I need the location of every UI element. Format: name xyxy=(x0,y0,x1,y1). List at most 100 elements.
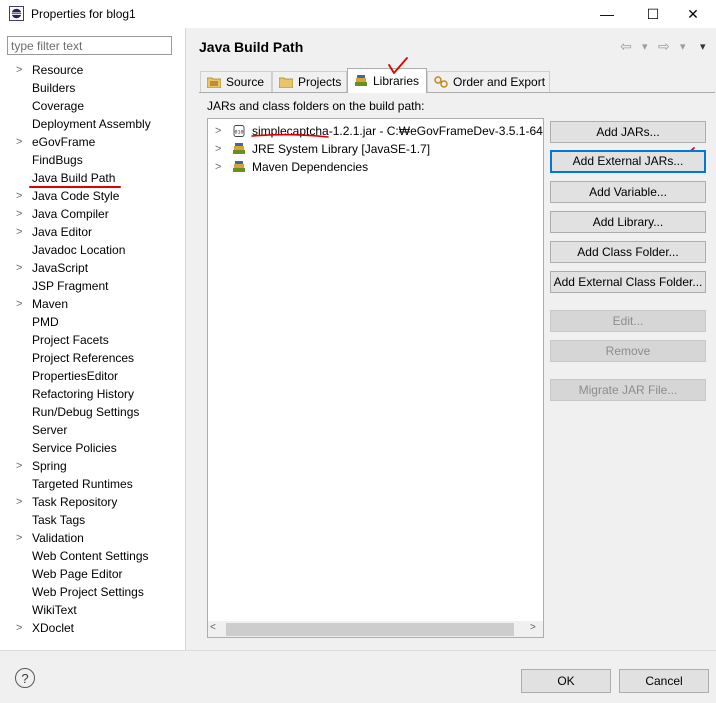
expand-chevron-icon[interactable]: > xyxy=(16,493,26,511)
minimize-button[interactable]: — xyxy=(584,0,630,28)
page-title: Java Build Path xyxy=(199,39,304,55)
tree-item[interactable]: Web Project Settings xyxy=(0,583,184,601)
scrollbar-thumb[interactable] xyxy=(226,623,514,636)
tree-item-label: Validation xyxy=(32,531,84,545)
jar-suffix: -1.2.1.jar - xyxy=(328,124,387,138)
tree-item[interactable]: > Java Editor xyxy=(0,223,184,241)
order-export-icon xyxy=(434,76,448,88)
jar-path-drive: C: xyxy=(386,124,399,138)
back-menu-chevron-icon[interactable]: ▾ xyxy=(642,40,648,53)
filter-input[interactable] xyxy=(7,36,172,55)
tree-item[interactable]: Run/Debug Settings xyxy=(0,403,184,421)
tree-item[interactable]: Builders xyxy=(0,79,184,97)
tree-item[interactable]: Web Page Editor xyxy=(0,565,184,583)
tree-item-label: Task Tags xyxy=(32,513,86,527)
tree-item-label: Web Page Editor xyxy=(32,567,123,581)
tree-item[interactable]: > Resource xyxy=(0,61,184,79)
tree-item-label: Web Content Settings xyxy=(32,549,149,563)
expand-chevron-icon[interactable]: > xyxy=(16,223,26,241)
tab-source[interactable]: Source xyxy=(200,71,272,92)
help-icon[interactable]: ? xyxy=(15,668,35,688)
tree-item[interactable]: Project References xyxy=(0,349,184,367)
expand-chevron-icon[interactable]: > xyxy=(16,61,26,79)
expand-chevron-icon[interactable]: > xyxy=(215,158,221,176)
library-list[interactable]: > 010 simplecaptcha-1.2.1.jar - C:₩eGovF… xyxy=(207,118,544,638)
add-jars-button[interactable]: Add JARs... xyxy=(550,121,706,143)
forward-arrow-icon[interactable]: ⇨ xyxy=(658,38,670,55)
tree-item[interactable]: > XDoclet xyxy=(0,619,184,637)
ok-button[interactable]: OK xyxy=(521,669,611,693)
tree-item[interactable]: Javadoc Location xyxy=(0,241,184,259)
expand-chevron-icon[interactable]: > xyxy=(16,295,26,313)
migrate-jar-file-button[interactable]: Migrate JAR File... xyxy=(550,379,706,401)
forward-menu-chevron-icon[interactable]: ▾ xyxy=(680,40,686,53)
tree-item[interactable]: Java Build Path xyxy=(0,169,184,187)
tree-item[interactable]: PropertiesEditor xyxy=(0,367,184,385)
tab-order-export-label: Order and Export xyxy=(453,75,546,89)
expand-chevron-icon[interactable]: > xyxy=(16,205,26,223)
libraries-icon xyxy=(355,75,367,86)
tree-item-label: WikiText xyxy=(32,603,77,617)
tree-item[interactable]: > Validation xyxy=(0,529,184,547)
tree-item-label: Project Facets xyxy=(32,333,109,347)
tree-item[interactable]: WikiText xyxy=(0,601,184,619)
tree-item[interactable]: PMD xyxy=(0,313,184,331)
remove-button[interactable]: Remove xyxy=(550,340,706,362)
expand-chevron-icon[interactable]: > xyxy=(16,187,26,205)
tree-item[interactable]: Task Tags xyxy=(0,511,184,529)
tree-item[interactable]: Targeted Runtimes xyxy=(0,475,184,493)
tree-item[interactable]: Coverage xyxy=(0,97,184,115)
eclipse-app-icon xyxy=(9,6,24,21)
expand-chevron-icon[interactable]: > xyxy=(16,457,26,475)
expand-chevron-icon[interactable]: > xyxy=(215,122,221,140)
tree-item-label: Spring xyxy=(32,459,67,473)
tree-item[interactable]: Deployment Assembly xyxy=(0,115,184,133)
close-button[interactable]: ✕ xyxy=(670,0,716,28)
tree-item[interactable]: > eGovFrame xyxy=(0,133,184,151)
add-class-folder-button[interactable]: Add Class Folder... xyxy=(550,241,706,263)
jar-file-icon: 010 xyxy=(233,125,245,137)
source-folder-icon xyxy=(207,77,221,88)
close-icon: ✕ xyxy=(687,6,699,22)
tree-item[interactable]: > Maven xyxy=(0,295,184,313)
tree-item[interactable]: > Java Compiler xyxy=(0,205,184,223)
expand-chevron-icon[interactable]: > xyxy=(16,529,26,547)
tree-item[interactable]: Service Policies xyxy=(0,439,184,457)
maven-dependencies-label: Maven Dependencies xyxy=(252,160,369,174)
tree-item[interactable]: > Task Repository xyxy=(0,493,184,511)
tab-source-label: Source xyxy=(226,75,265,89)
panel-divider[interactable] xyxy=(185,28,186,650)
tab-order-and-export[interactable]: Order and Export xyxy=(427,71,550,92)
add-external-class-folder-button[interactable]: Add External Class Folder... xyxy=(550,271,706,293)
tree-item-label: JSP Fragment xyxy=(32,279,109,293)
scroll-left-icon[interactable]: < xyxy=(210,622,216,633)
edit-button[interactable]: Edit... xyxy=(550,310,706,332)
annotation-underline-jar xyxy=(251,133,329,138)
add-library-button[interactable]: Add Library... xyxy=(550,211,706,233)
tree-item[interactable]: > JavaScript xyxy=(0,259,184,277)
scroll-right-icon[interactable]: > xyxy=(530,622,536,633)
expand-chevron-icon[interactable]: > xyxy=(215,140,221,158)
expand-chevron-icon[interactable]: > xyxy=(16,133,26,151)
tree-item[interactable]: JSP Fragment xyxy=(0,277,184,295)
tree-item[interactable]: Web Content Settings xyxy=(0,547,184,565)
tree-item[interactable]: Server xyxy=(0,421,184,439)
tree-item-label: eGovFrame xyxy=(32,135,96,149)
expand-chevron-icon[interactable]: > xyxy=(16,259,26,277)
add-external-jars-button[interactable]: Add External JARs... xyxy=(550,150,706,173)
tree-item-label: Java Compiler xyxy=(32,207,109,221)
cancel-button[interactable]: Cancel xyxy=(619,669,709,693)
tree-item-label: Java Code Style xyxy=(32,189,120,203)
tree-item[interactable]: Refactoring History xyxy=(0,385,184,403)
tab-projects[interactable]: Projects xyxy=(272,71,347,92)
tree-item-label: Targeted Runtimes xyxy=(32,477,133,491)
jar-path-tail: eGovFrameDev-3.5.1-64 xyxy=(410,124,543,138)
back-arrow-icon[interactable]: ⇦ xyxy=(620,38,632,55)
tree-item[interactable]: FindBugs xyxy=(0,151,184,169)
expand-chevron-icon[interactable]: > xyxy=(16,619,26,637)
tree-item[interactable]: Project Facets xyxy=(0,331,184,349)
view-menu-chevron-icon[interactable]: ▾ xyxy=(700,40,706,53)
add-variable-button[interactable]: Add Variable... xyxy=(550,181,706,203)
tree-item[interactable]: > Java Code Style xyxy=(0,187,184,205)
tree-item[interactable]: > Spring xyxy=(0,457,184,475)
